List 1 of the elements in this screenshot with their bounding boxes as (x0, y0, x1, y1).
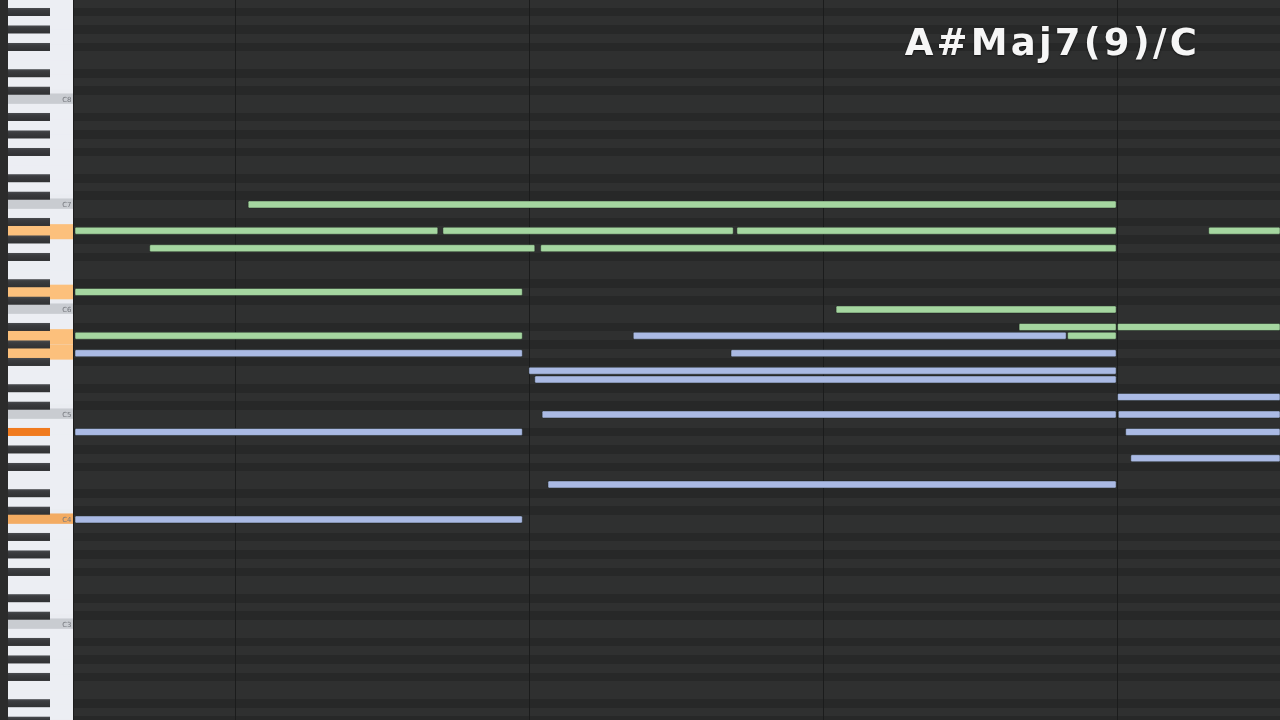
chord-name: A#Maj7(9)/C (904, 24, 1200, 61)
